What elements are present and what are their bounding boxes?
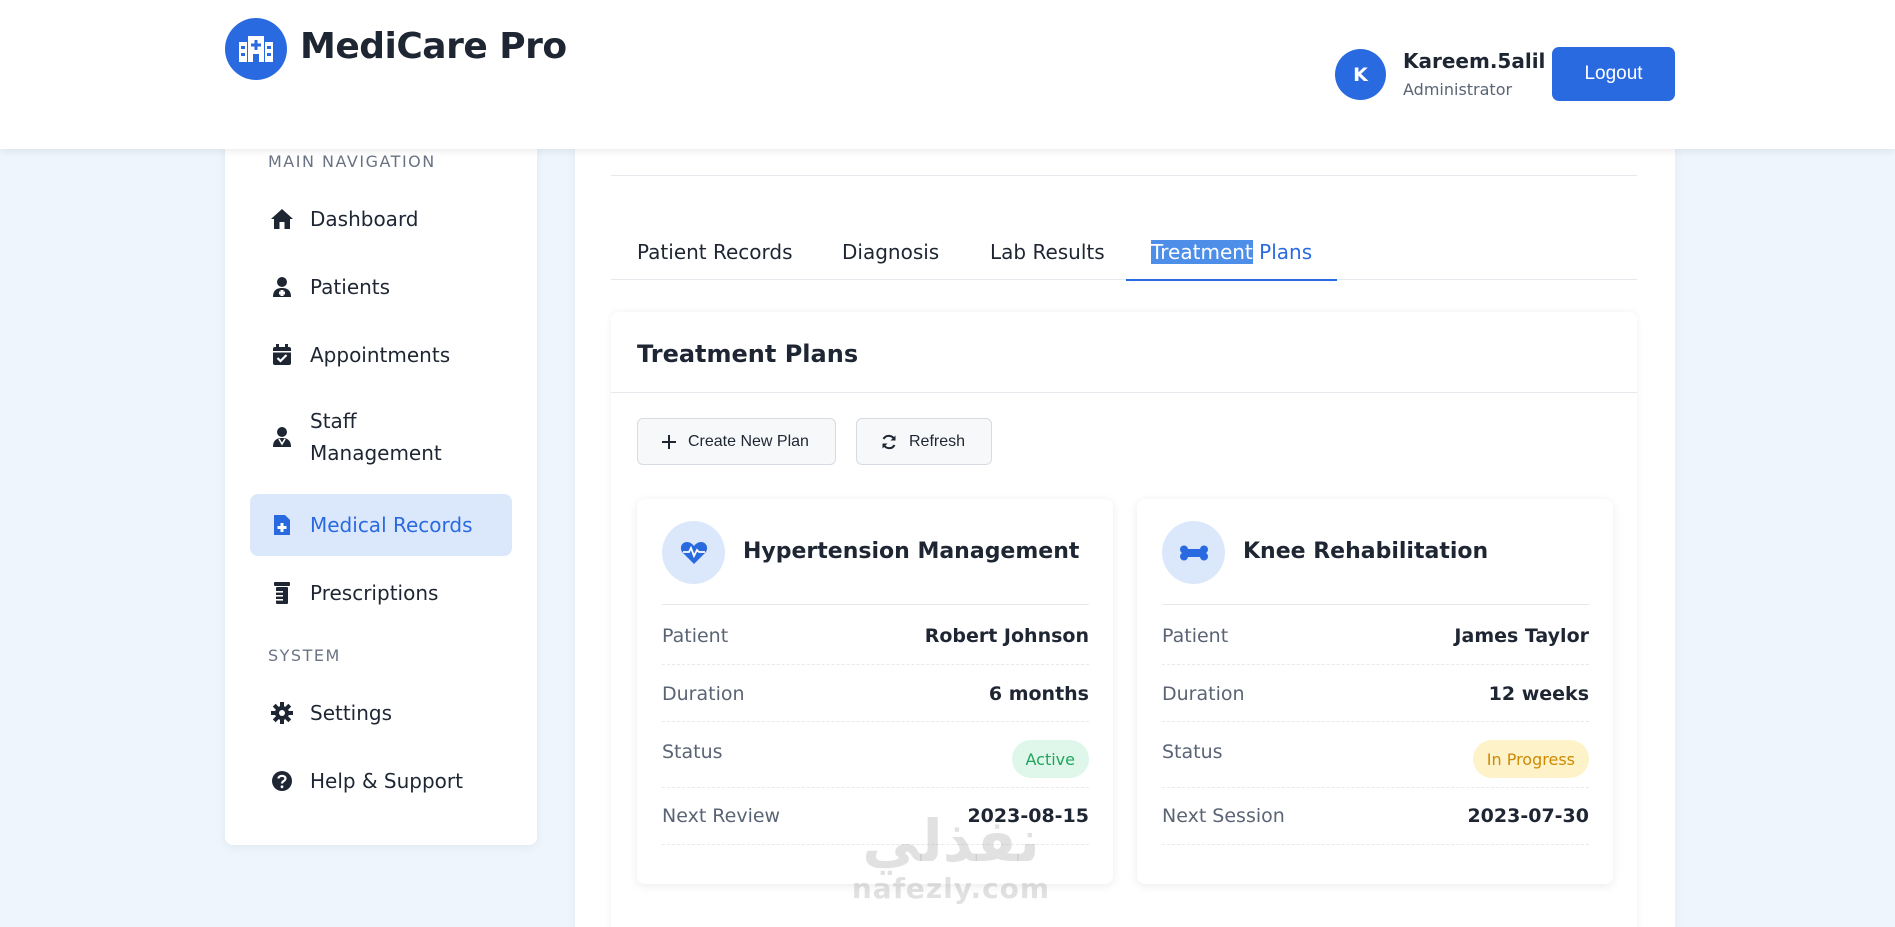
sidebar-item-dashboard[interactable]: Dashboard	[250, 188, 512, 250]
sidebar-item-settings[interactable]: Settings	[250, 682, 512, 744]
divider	[611, 175, 1637, 176]
next-session-label: Next Session	[1162, 805, 1285, 827]
tab-treatment-plans[interactable]: Treatment Plans	[1126, 224, 1338, 281]
divider	[611, 392, 1637, 393]
plus-icon	[662, 434, 676, 449]
treatment-plans-panel: Treatment Plans Create New Plan Refresh …	[611, 312, 1637, 927]
tab-diagnosis[interactable]: Diagnosis	[842, 224, 939, 280]
top-header: MediCare Pro K Kareem.5alil Administrato…	[0, 0, 1895, 149]
status-badge: Active	[1011, 740, 1089, 778]
patient-label: Patient	[662, 625, 729, 647]
sidebar-item-appointments[interactable]: Appointments	[250, 324, 512, 386]
home-icon	[270, 207, 294, 231]
divider	[662, 787, 1089, 788]
gear-icon	[270, 701, 294, 725]
medical-file-icon	[270, 513, 294, 537]
divider	[1162, 844, 1589, 845]
sidebar: MAIN NAVIGATION Dashboard Patients Appoi…	[225, 120, 537, 845]
prescription-bottle-icon	[270, 581, 294, 605]
sidebar-item-help-support[interactable]: Help & Support	[250, 750, 512, 812]
divider	[1162, 787, 1589, 788]
staff-icon	[270, 425, 294, 449]
status-label: Status	[662, 741, 723, 763]
tab-patient-records[interactable]: Patient Records	[637, 224, 793, 280]
refresh-icon	[881, 434, 897, 450]
next-review-value: 2023-08-15	[967, 805, 1089, 827]
divider	[1162, 604, 1589, 605]
divider	[662, 604, 1089, 605]
sidebar-item-patients[interactable]: Patients	[250, 256, 512, 318]
next-session-value: 2023-07-30	[1467, 805, 1589, 827]
divider	[1162, 721, 1589, 722]
divider	[662, 844, 1089, 845]
user-role: Administrator	[1403, 80, 1513, 99]
patient-value: Robert Johnson	[924, 625, 1089, 647]
question-circle-icon	[270, 769, 294, 793]
app-name: MediCare Pro	[300, 26, 567, 67]
logout-button[interactable]: Logout	[1552, 47, 1675, 101]
user-name: Kareem.5alil	[1403, 49, 1546, 73]
sidebar-item-prescriptions[interactable]: Prescriptions	[250, 562, 512, 624]
divider	[662, 664, 1089, 665]
nav-section-system: SYSTEM	[268, 646, 341, 665]
sidebar-item-staff-management[interactable]: Staff Management	[250, 400, 512, 474]
duration-value: 6 months	[988, 683, 1089, 705]
selected-text: Treatment	[1151, 239, 1253, 264]
duration-label: Duration	[662, 683, 745, 705]
refresh-button[interactable]: Refresh	[856, 418, 992, 465]
tab-bar: Patient Records Diagnosis Lab Results Tr…	[611, 224, 1637, 281]
plan-title: Hypertension Management	[743, 539, 1080, 564]
panel-title: Treatment Plans	[637, 340, 859, 368]
bone-icon	[1162, 521, 1225, 584]
divider	[1162, 664, 1589, 665]
create-new-plan-button[interactable]: Create New Plan	[637, 418, 836, 465]
status-label: Status	[1162, 741, 1223, 763]
main-content: Patient Records Diagnosis Lab Results Tr…	[575, 120, 1675, 927]
patient-icon	[270, 275, 294, 299]
divider	[662, 721, 1089, 722]
status-badge: In Progress	[1472, 740, 1589, 778]
plan-card-knee-rehabilitation[interactable]: Knee Rehabilitation Patient James Taylor…	[1137, 499, 1613, 884]
duration-value: 12 weeks	[1488, 683, 1589, 705]
next-review-label: Next Review	[662, 805, 781, 827]
calendar-check-icon	[270, 343, 294, 367]
patient-value: James Taylor	[1454, 625, 1589, 647]
duration-label: Duration	[1162, 683, 1245, 705]
user-avatar[interactable]: K	[1335, 49, 1386, 100]
plan-title: Knee Rehabilitation	[1243, 539, 1489, 564]
sidebar-item-medical-records[interactable]: Medical Records	[250, 494, 512, 556]
patient-label: Patient	[1162, 625, 1229, 647]
heartbeat-icon	[662, 521, 725, 584]
tab-lab-results[interactable]: Lab Results	[990, 224, 1105, 280]
plan-card-hypertension[interactable]: Hypertension Management Patient Robert J…	[637, 499, 1113, 884]
hospital-logo-icon	[225, 18, 287, 80]
nav-section-main: MAIN NAVIGATION	[268, 152, 436, 171]
